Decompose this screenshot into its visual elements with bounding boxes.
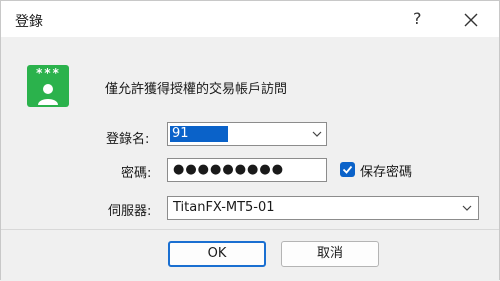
title-bar: 登錄 ? — [1, 1, 499, 37]
login-value[interactable]: 91 — [172, 126, 189, 142]
login-combobox[interactable]: 91 — [167, 122, 327, 146]
info-text: 僅允許獲得授權的交易帳戶訪問 — [105, 82, 288, 97]
login-label: 登錄名: — [106, 132, 150, 147]
password-value[interactable]: ●●●●●●●●● — [173, 161, 284, 179]
server-value[interactable]: TitanFX-MT5-01 — [173, 200, 275, 216]
server-label: 伺服器: — [108, 204, 152, 219]
save-password-label[interactable]: 保存密碼 — [360, 161, 412, 180]
server-combobox[interactable]: TitanFX-MT5-01 — [167, 196, 479, 220]
chevron-down-icon[interactable] — [312, 130, 322, 138]
save-password-checkbox[interactable] — [340, 162, 355, 177]
close-icon — [464, 13, 478, 27]
chevron-down-icon[interactable] — [462, 204, 472, 212]
password-label: 密碼: — [121, 166, 152, 181]
user-icon — [38, 84, 58, 105]
login-dialog: 登錄 ? *** 僅允許獲得授權的交易帳戶訪問 登錄名: 91 密碼: ●●●●… — [0, 0, 500, 281]
divider — [1, 229, 499, 230]
logo-stars: *** — [35, 66, 61, 80]
check-icon — [342, 165, 353, 174]
ok-button[interactable]: OK — [168, 241, 266, 267]
password-field[interactable]: ●●●●●●●●● — [167, 158, 327, 182]
window-title: 登錄 — [15, 14, 43, 30]
cancel-button[interactable]: 取消 — [281, 241, 379, 267]
account-logo: *** — [27, 65, 69, 107]
help-button[interactable]: ? — [413, 9, 422, 28]
close-button[interactable] — [457, 6, 485, 34]
